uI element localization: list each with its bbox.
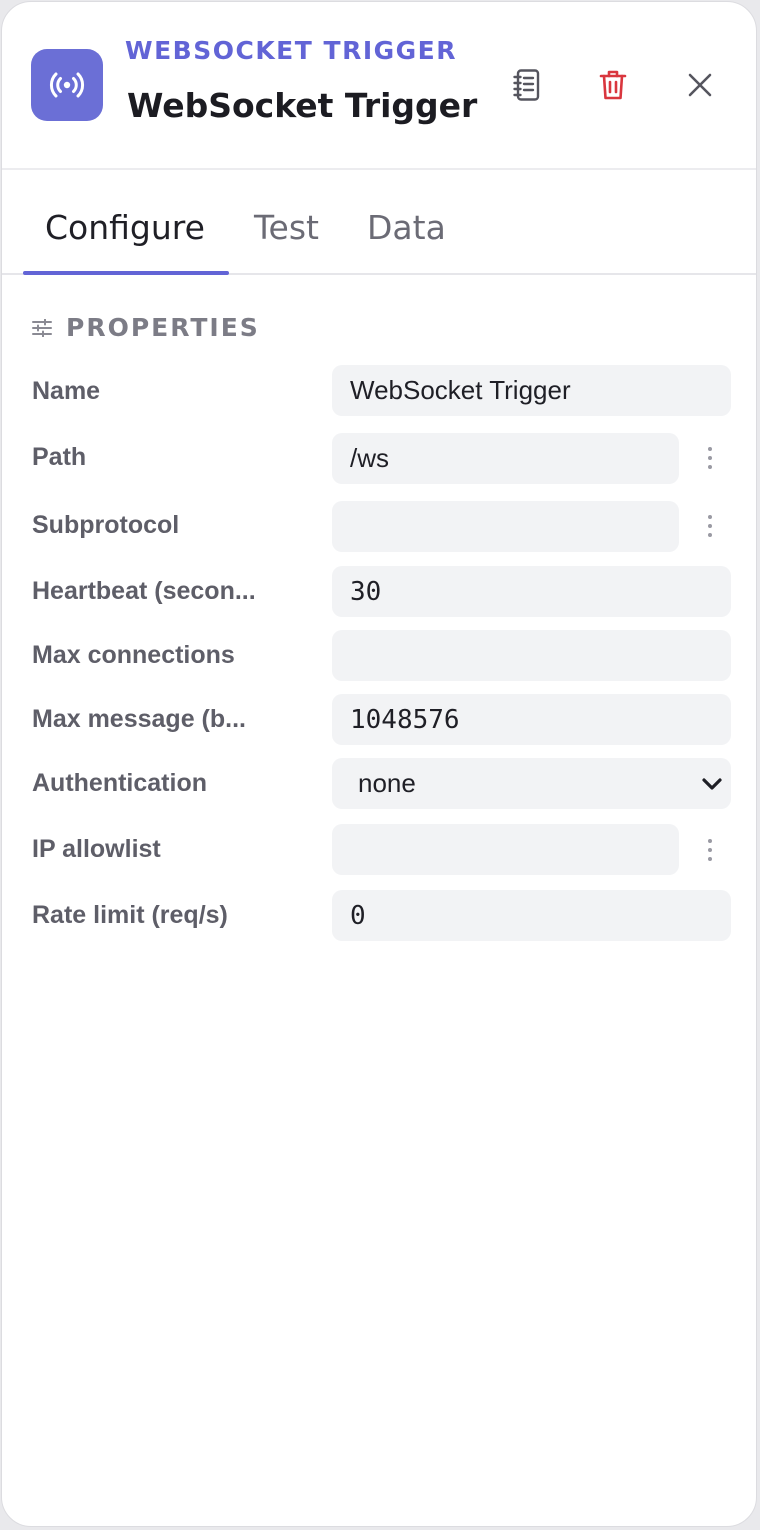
broadcast-icon — [31, 49, 103, 121]
node-settings-panel: WEBSOCKET TRIGGER WebSocket Trigger Conf… — [1, 1, 757, 1527]
authentication-select[interactable]: none — [332, 758, 731, 809]
authentication-selected-value: none — [358, 768, 416, 798]
ip-allowlist-input[interactable] — [332, 824, 679, 875]
delete-button[interactable] — [592, 64, 634, 106]
section-title: PROPERTIES — [66, 313, 260, 342]
tab-test[interactable]: Test — [254, 208, 319, 247]
ip-allowlist-options-button[interactable] — [699, 830, 721, 870]
path-input[interactable] — [332, 433, 679, 484]
name-label: Name — [32, 377, 101, 405]
authentication-label: Authentication — [32, 769, 207, 797]
heartbeat-input[interactable] — [332, 566, 731, 617]
subprotocol-input[interactable] — [332, 501, 679, 552]
path-options-button[interactable] — [699, 438, 721, 478]
close-icon — [688, 73, 712, 97]
tab-data[interactable]: Data — [367, 208, 446, 247]
heartbeat-label: Heartbeat (secon... — [32, 577, 256, 605]
name-input[interactable] — [332, 365, 731, 416]
ip-allowlist-label: IP allowlist — [32, 835, 161, 863]
properties-section-header: PROPERTIES — [32, 313, 260, 342]
tab-configure[interactable]: Configure — [45, 208, 205, 247]
node-title: WebSocket Trigger — [127, 86, 478, 125]
subprotocol-options-button[interactable] — [699, 506, 721, 546]
max-connections-label: Max connections — [32, 641, 235, 669]
panel-header: WEBSOCKET TRIGGER WebSocket Trigger — [2, 2, 756, 170]
path-label: Path — [32, 443, 87, 471]
rate-limit-input[interactable] — [332, 890, 731, 941]
tab-bar: Configure Test Data — [2, 170, 756, 275]
close-button[interactable] — [679, 64, 721, 106]
active-tab-indicator — [23, 271, 229, 275]
rate-limit-label: Rate limit (req/s) — [32, 901, 228, 929]
max-connections-input[interactable] — [332, 630, 731, 681]
notebook-icon — [513, 69, 540, 101]
trash-icon — [599, 70, 627, 100]
node-kind-label: WEBSOCKET TRIGGER — [125, 36, 457, 65]
docs-button[interactable] — [506, 64, 548, 106]
subprotocol-label: Subprotocol — [32, 511, 180, 539]
max-message-input[interactable] — [332, 694, 731, 745]
chevron-down-icon — [702, 777, 722, 790]
max-message-label: Max message (b... — [32, 705, 246, 733]
sliders-icon — [32, 318, 52, 337]
